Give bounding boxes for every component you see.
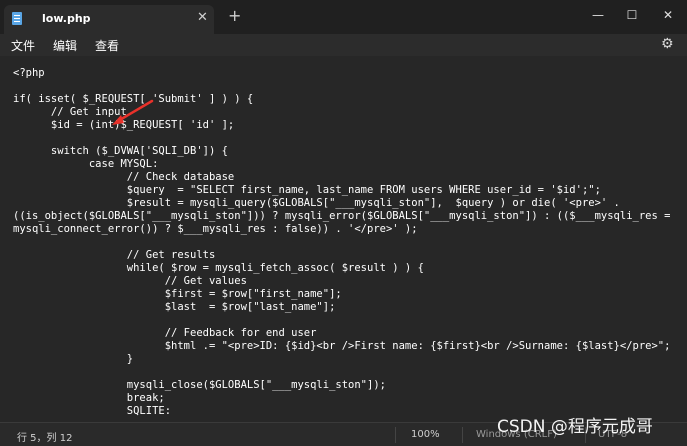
maximize-button[interactable]: ☐ [622, 6, 642, 24]
menu-bar: 文件 编辑 查看 ⚙ [0, 34, 687, 56]
red-arrow-annotation [112, 99, 154, 125]
csdn-watermark: CSDN @程序元成哥 [497, 417, 653, 437]
tab-low-php[interactable]: low.php ✕ [4, 5, 214, 34]
text-editor[interactable]: <?php if( isset( $_REQUEST[ 'Submit' ] )… [0, 57, 687, 422]
zoom-level[interactable]: 100% [411, 429, 440, 440]
status-divider [395, 427, 396, 443]
new-tab-button[interactable]: + [228, 8, 241, 24]
notepad-window: low.php ✕ + — ☐ ✕ 文件 编辑 查看 ⚙ <?php if( i… [0, 0, 687, 446]
tab-title: low.php [42, 12, 91, 25]
settings-gear-icon[interactable]: ⚙ [661, 36, 674, 52]
close-window-button[interactable]: ✕ [658, 6, 678, 24]
title-bar: low.php ✕ + — ☐ ✕ [0, 0, 687, 34]
notepad-icon [12, 12, 22, 25]
menu-file[interactable]: 文件 [11, 37, 35, 54]
menu-edit[interactable]: 编辑 [53, 37, 77, 54]
vertical-scrollbar[interactable] [679, 57, 685, 422]
cursor-position[interactable]: 行 5，列 12 [17, 429, 72, 444]
menu-view[interactable]: 查看 [95, 37, 119, 54]
close-tab-icon[interactable]: ✕ [197, 11, 208, 25]
status-divider [462, 427, 463, 443]
minimize-button[interactable]: — [588, 6, 608, 24]
